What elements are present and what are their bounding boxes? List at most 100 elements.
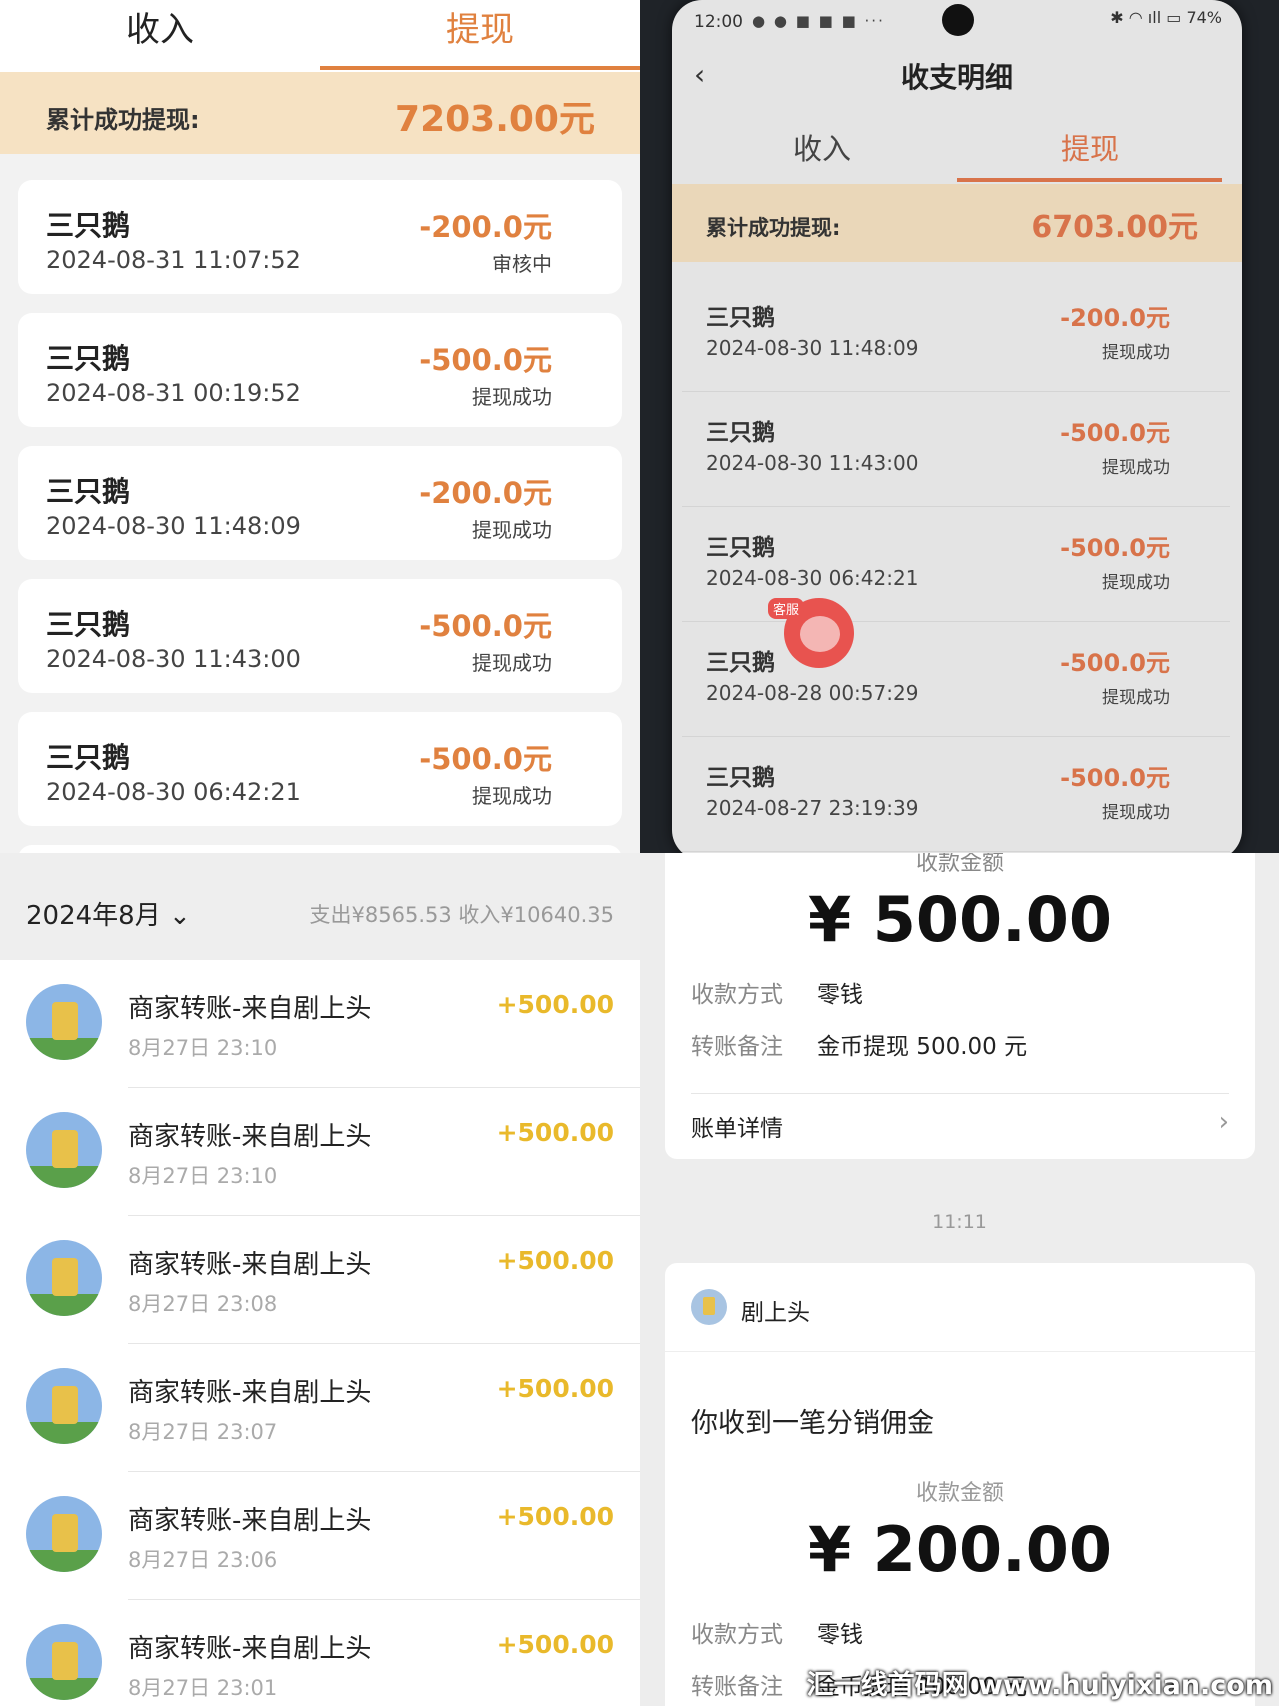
withdraw-record[interactable]: 三只鹅 2024-08-31 11:07:52 -200.0元 审核中 xyxy=(18,180,622,294)
withdraw-panel: 收入 提现 累计成功提现: 7203.00元 三只鹅 2024-08-31 11… xyxy=(0,0,640,853)
record-name: 三只鹅 xyxy=(706,420,775,446)
bill-date: 8月27日 23:08 xyxy=(128,1292,278,1316)
record-status: 提现成功 xyxy=(1102,573,1170,593)
bill-item[interactable]: 商家转账-来自剧上头 8月27日 23:10 +500.00 xyxy=(0,1088,640,1216)
bill-item[interactable]: 商家转账-来自剧上头 8月27日 23:10 +500.00 xyxy=(0,960,640,1088)
record-name: 三只鹅 xyxy=(706,535,775,561)
withdraw-record[interactable]: 三只鹅 2024-08-28 00:57:29 -500.0元 提现成功 xyxy=(682,625,1230,737)
headset-avatar-icon xyxy=(800,616,840,652)
withdraw-record-partial[interactable] xyxy=(18,845,622,853)
record-name: 三只鹅 xyxy=(706,305,775,331)
bill-title: 商家转账-来自剧上头 xyxy=(128,1506,372,1536)
withdraw-record[interactable]: 三只鹅 2024-08-30 11:48:09 -200.0元 提现成功 xyxy=(682,280,1230,392)
record-time: 2024-08-30 11:48:09 xyxy=(706,336,919,360)
record-time: 2024-08-30 11:48:09 xyxy=(46,512,301,540)
tab-withdraw[interactable]: 提现 xyxy=(320,0,640,72)
message-title: 你收到一笔分销佣金 xyxy=(691,1408,934,1439)
record-status: 提现成功 xyxy=(1102,688,1170,708)
sender-name: 剧上头 xyxy=(741,1300,810,1326)
bill-header: 2024年8月 ⌄ 支出¥8565.53 收入¥10640.35 xyxy=(0,853,640,960)
record-time: 2024-08-30 11:43:00 xyxy=(46,645,301,673)
record-amount: -200.0元 xyxy=(419,210,552,244)
bill-item[interactable]: 商家转账-来自剧上头 8月27日 23:07 +500.00 xyxy=(0,1344,640,1472)
tab-bar: 收入 提现 xyxy=(0,0,640,72)
amount-label: 收款金额 xyxy=(915,853,1004,876)
phone-screen: 12:00 ● ● ■ ■ ■ ··· ✱ ◠ ıll ▭ 74% ‹ 收支明细… xyxy=(672,0,1242,853)
bill-title: 商家转账-来自剧上头 xyxy=(128,1122,372,1152)
record-name: 三只鹅 xyxy=(46,741,131,774)
record-amount: -200.0元 xyxy=(419,476,552,510)
bill-amount: +500.00 xyxy=(496,1118,614,1147)
withdraw-record[interactable]: 三只鹅 2024-08-30 11:48:09 -200.0元 提现成功 xyxy=(18,446,622,560)
merchant-avatar xyxy=(26,1368,102,1444)
withdraw-record[interactable]: 三只鹅 2024-08-30 06:42:21 -500.0元 提现成功 xyxy=(682,510,1230,622)
notification-icons: ● ● ■ ■ ■ ··· xyxy=(752,12,885,30)
withdraw-record[interactable]: 三只鹅 2024-08-30 11:43:00 -500.0元 提现成功 xyxy=(682,395,1230,507)
record-name: 三只鹅 xyxy=(46,209,131,242)
bill-amount: +500.00 xyxy=(496,1374,614,1403)
bill-date: 8月27日 23:07 xyxy=(128,1420,278,1444)
record-time: 2024-08-30 11:43:00 xyxy=(706,451,919,475)
bill-amount: +500.00 xyxy=(496,1502,614,1531)
bill-amount: +500.00 xyxy=(496,1246,614,1275)
merchant-avatar xyxy=(26,1496,102,1572)
record-amount: -500.0元 xyxy=(1060,419,1170,447)
withdraw-record[interactable]: 三只鹅 2024-08-30 11:43:00 -500.0元 提现成功 xyxy=(18,579,622,693)
bill-amount: +500.00 xyxy=(496,1630,614,1659)
divider xyxy=(691,1093,1229,1094)
method-value: 零钱 xyxy=(817,982,863,1008)
chevron-right-icon[interactable]: › xyxy=(1219,1107,1229,1137)
record-name: 三只鹅 xyxy=(46,475,131,508)
tab-income[interactable]: 收入 xyxy=(0,0,320,72)
note-key: 转账备注 xyxy=(691,1034,783,1060)
record-status: 提现成功 xyxy=(472,518,552,542)
merchant-avatar xyxy=(26,1624,102,1700)
method-key: 收款方式 xyxy=(691,982,783,1008)
bill-detail-link[interactable]: 账单详情 xyxy=(691,1109,783,1143)
month-selector[interactable]: 2024年8月 ⌄ xyxy=(26,895,191,932)
record-amount: -500.0元 xyxy=(1060,534,1170,562)
record-name: 三只鹅 xyxy=(46,608,131,641)
record-amount: -500.0元 xyxy=(1060,649,1170,677)
chevron-down-icon: ⌄ xyxy=(168,901,191,931)
record-amount: -500.0元 xyxy=(419,343,552,377)
record-status: 提现成功 xyxy=(1102,458,1170,478)
record-status: 提现成功 xyxy=(1102,343,1170,363)
merchant-avatar xyxy=(26,1112,102,1188)
record-time: 2024-08-30 06:42:21 xyxy=(46,778,301,806)
record-amount: -500.0元 xyxy=(419,609,552,643)
record-time: 2024-08-30 06:42:21 xyxy=(706,566,919,590)
phone-photo-panel: 12:00 ● ● ■ ■ ■ ··· ✱ ◠ ıll ▭ 74% ‹ 收支明细… xyxy=(640,0,1279,853)
record-time: 2024-08-31 11:07:52 xyxy=(46,246,301,274)
transfer-panel: 收款金额 ¥ 500.00 收款方式 零钱 转账备注 金币提现 500.00 元… xyxy=(640,853,1279,1706)
total-label: 累计成功提现: xyxy=(706,216,841,240)
method-value: 零钱 xyxy=(817,1622,863,1648)
tab-active-indicator xyxy=(957,178,1222,182)
commission-card[interactable]: 剧上头 你收到一笔分销佣金 收款金额 ¥ 200.00 收款方式 零钱 转账备注… xyxy=(665,1263,1255,1706)
bill-title: 商家转账-来自剧上头 xyxy=(128,1250,372,1280)
bill-item[interactable]: 商家转账-来自剧上头 8月27日 23:06 +500.00 xyxy=(0,1472,640,1600)
total-value: 6703.00元 xyxy=(1031,210,1198,245)
bill-amount: +500.00 xyxy=(496,990,614,1019)
record-amount: -500.0元 xyxy=(419,742,552,776)
bill-date: 8月27日 23:01 xyxy=(128,1676,278,1700)
withdraw-record[interactable]: 三只鹅 2024-08-31 00:19:52 -500.0元 提现成功 xyxy=(18,313,622,427)
withdraw-record[interactable]: 三只鹅 2024-08-27 23:19:39 -500.0元 提现成功 xyxy=(682,740,1230,852)
bill-item[interactable]: 商家转账-来自剧上头 8月27日 23:08 +500.00 xyxy=(0,1216,640,1344)
tab-withdraw[interactable]: 提现 xyxy=(960,126,1220,168)
bill-title: 商家转账-来自剧上头 xyxy=(128,1378,372,1408)
merchant-avatar xyxy=(26,1240,102,1316)
bill-item[interactable]: 商家转账-来自剧上头 8月27日 23:01 +500.00 xyxy=(0,1600,640,1706)
bill-title: 商家转账-来自剧上头 xyxy=(128,1634,372,1664)
site-watermark: 汇一线首码网 www.huiyixian.com xyxy=(806,1670,1273,1701)
battery-level: 74% xyxy=(1186,8,1222,27)
tab-income[interactable]: 收入 xyxy=(692,126,952,168)
bill-date: 8月27日 23:10 xyxy=(128,1164,278,1188)
message-timestamp: 11:11 xyxy=(932,1211,987,1233)
method-key: 收款方式 xyxy=(691,1622,783,1648)
record-name: 三只鹅 xyxy=(706,650,775,676)
record-status: 提现成功 xyxy=(472,385,552,409)
tab-active-indicator xyxy=(320,66,640,70)
withdraw-record[interactable]: 三只鹅 2024-08-30 06:42:21 -500.0元 提现成功 xyxy=(18,712,622,826)
total-label: 累计成功提现: xyxy=(46,106,200,134)
